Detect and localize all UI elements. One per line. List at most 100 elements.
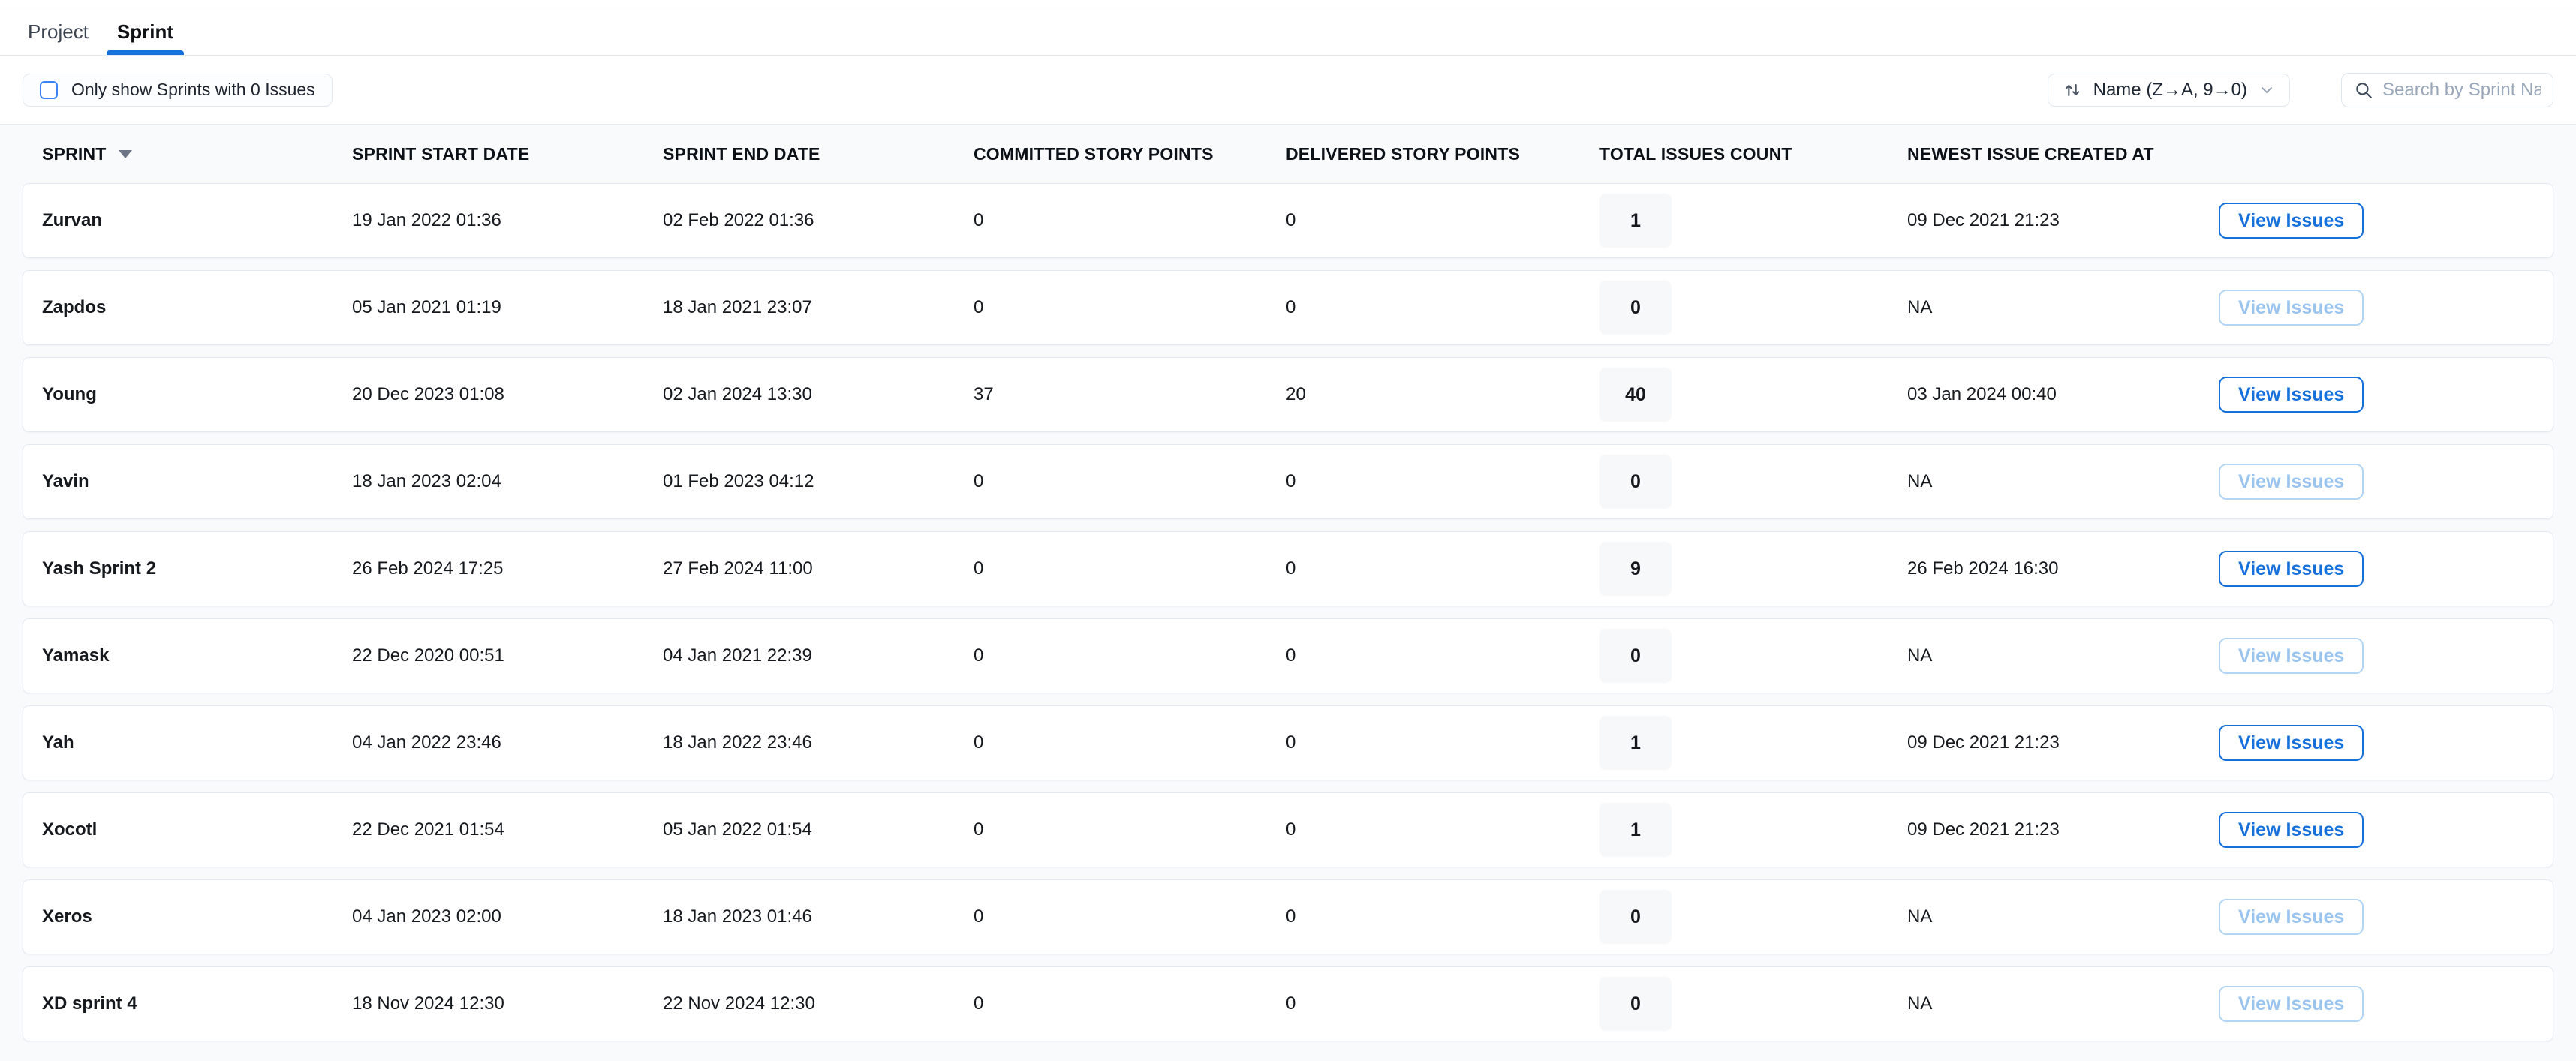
delivered-story-points: 0 — [1286, 297, 1599, 318]
newest-issue-date: 09 Dec 2021 21:23 — [1907, 819, 2219, 840]
total-issues-badge: 0 — [1599, 977, 1672, 1031]
total-issues-badge: 40 — [1599, 368, 1672, 422]
delivered-story-points: 0 — [1286, 993, 1599, 1014]
newest-issue-date: NA — [1907, 471, 2219, 492]
committed-story-points: 37 — [974, 384, 1286, 405]
sprint-name: XD sprint 4 — [42, 993, 352, 1014]
newest-issue-date: 09 Dec 2021 21:23 — [1907, 210, 2219, 231]
newest-issue-date: 03 Jan 2024 00:40 — [1907, 384, 2219, 405]
table-row: Yavin 18 Jan 2023 02:04 01 Feb 2023 04:1… — [23, 444, 2553, 519]
sprint-name: Yash Sprint 2 — [42, 558, 352, 579]
sprint-name: Zapdos — [42, 297, 352, 318]
delivered-story-points: 0 — [1286, 210, 1599, 231]
view-issues-button-disabled: View Issues — [2219, 638, 2364, 674]
sprint-end-date: 22 Nov 2024 12:30 — [663, 993, 974, 1014]
total-issues-badge: 1 — [1599, 194, 1672, 248]
sprint-name: Yavin — [42, 471, 352, 492]
sprint-end-date: 05 Jan 2022 01:54 — [663, 819, 974, 840]
newest-issue-date: NA — [1907, 297, 2219, 318]
committed-story-points: 0 — [974, 819, 1286, 840]
table-row: Young 20 Dec 2023 01:08 02 Jan 2024 13:3… — [23, 357, 2553, 432]
column-header-delivered: DELIVERED STORY POINTS — [1286, 144, 1599, 164]
sprint-start-date: 04 Jan 2023 02:00 — [352, 906, 663, 927]
view-issues-button[interactable]: View Issues — [2219, 725, 2364, 761]
column-header-total-issues: TOTAL ISSUES COUNT — [1599, 144, 1907, 164]
committed-story-points: 0 — [974, 645, 1286, 666]
sprint-start-date: 18 Jan 2023 02:04 — [352, 471, 663, 492]
search-input[interactable] — [2382, 80, 2541, 101]
zero-issues-checkbox[interactable] — [40, 81, 58, 99]
delivered-story-points: 0 — [1286, 732, 1599, 753]
chevron-down-icon — [2258, 81, 2276, 99]
table-row: Zurvan 19 Jan 2022 01:36 02 Feb 2022 01:… — [23, 183, 2553, 258]
sprint-name: Young — [42, 384, 352, 405]
committed-story-points: 0 — [974, 906, 1286, 927]
view-issues-button-disabled: View Issues — [2219, 464, 2364, 500]
sprint-start-date: 22 Dec 2021 01:54 — [352, 819, 663, 840]
sprint-end-date: 02 Feb 2022 01:36 — [663, 210, 974, 231]
tab-project-label: Project — [28, 20, 89, 44]
sort-desc-icon — [119, 150, 132, 158]
sprint-start-date: 20 Dec 2023 01:08 — [352, 384, 663, 405]
sort-dropdown[interactable]: Name (Z→A, 9→0) — [2048, 74, 2290, 107]
sprint-name: Zurvan — [42, 210, 352, 231]
newest-issue-date: NA — [1907, 906, 2219, 927]
tab-sprint-label: Sprint — [117, 20, 173, 44]
sprint-table: SPRINT SPRINT START DATE SPRINT END DATE… — [0, 125, 2576, 1061]
sprint-end-date: 18 Jan 2022 23:46 — [663, 732, 974, 753]
sprint-start-date: 26 Feb 2024 17:25 — [352, 558, 663, 579]
delivered-story-points: 0 — [1286, 819, 1599, 840]
newest-issue-date: 26 Feb 2024 16:30 — [1907, 558, 2219, 579]
delivered-story-points: 0 — [1286, 471, 1599, 492]
sprint-end-date: 18 Jan 2021 23:07 — [663, 297, 974, 318]
column-header-sprint-label: SPRINT — [42, 144, 107, 164]
table-row: Zapdos 05 Jan 2021 01:19 18 Jan 2021 23:… — [23, 270, 2553, 345]
total-issues-badge: 1 — [1599, 803, 1672, 857]
total-issues-badge: 0 — [1599, 890, 1672, 944]
newest-issue-date: 09 Dec 2021 21:23 — [1907, 732, 2219, 753]
sprint-start-date: 04 Jan 2022 23:46 — [352, 732, 663, 753]
committed-story-points: 0 — [974, 471, 1286, 492]
newest-issue-date: NA — [1907, 645, 2219, 666]
committed-story-points: 0 — [974, 297, 1286, 318]
sort-arrows-icon — [2062, 80, 2083, 101]
view-issues-button-disabled: View Issues — [2219, 986, 2364, 1022]
committed-story-points: 0 — [974, 993, 1286, 1014]
table-row: XD sprint 4 18 Nov 2024 12:30 22 Nov 202… — [23, 966, 2553, 1041]
table-row: Yamask 22 Dec 2020 00:51 04 Jan 2021 22:… — [23, 618, 2553, 693]
sprint-name: Yah — [42, 732, 352, 753]
sprint-end-date: 27 Feb 2024 11:00 — [663, 558, 974, 579]
view-issues-button[interactable]: View Issues — [2219, 551, 2364, 587]
tab-sprint[interactable]: Sprint — [107, 8, 184, 55]
newest-issue-date: NA — [1907, 993, 2219, 1014]
column-header-sprint[interactable]: SPRINT — [42, 144, 352, 164]
search-icon — [2354, 80, 2373, 100]
column-header-start-date: SPRINT START DATE — [352, 144, 663, 164]
sprint-end-date: 01 Feb 2023 04:12 — [663, 471, 974, 492]
table-row: Yah 04 Jan 2022 23:46 18 Jan 2022 23:46 … — [23, 705, 2553, 780]
table-row: Yash Sprint 2 26 Feb 2024 17:25 27 Feb 2… — [23, 531, 2553, 606]
total-issues-badge: 1 — [1599, 716, 1672, 770]
sprint-start-date: 18 Nov 2024 12:30 — [352, 993, 663, 1014]
view-issues-button[interactable]: View Issues — [2219, 377, 2364, 413]
view-issues-button[interactable]: View Issues — [2219, 203, 2364, 239]
table-row: Xeros 04 Jan 2023 02:00 18 Jan 2023 01:4… — [23, 879, 2553, 954]
sprint-name: Yamask — [42, 645, 352, 666]
sprint-search — [2341, 73, 2553, 107]
delivered-story-points: 20 — [1286, 384, 1599, 405]
tab-project[interactable]: Project — [17, 8, 99, 55]
delivered-story-points: 0 — [1286, 558, 1599, 579]
sprint-start-date: 22 Dec 2020 00:51 — [352, 645, 663, 666]
filter-bar: Only show Sprints with 0 Issues Name (Z→… — [0, 56, 2576, 125]
zero-issues-filter[interactable]: Only show Sprints with 0 Issues — [23, 74, 333, 107]
table-header-row: SPRINT SPRINT START DATE SPRINT END DATE… — [23, 125, 2553, 183]
sprint-name: Xocotl — [42, 819, 352, 840]
view-issues-button[interactable]: View Issues — [2219, 812, 2364, 848]
table-row: Xocotl 22 Dec 2021 01:54 05 Jan 2022 01:… — [23, 792, 2553, 867]
delivered-story-points: 0 — [1286, 906, 1599, 927]
sprint-start-date: 19 Jan 2022 01:36 — [352, 210, 663, 231]
delivered-story-points: 0 — [1286, 645, 1599, 666]
sprint-start-date: 05 Jan 2021 01:19 — [352, 297, 663, 318]
column-header-newest-issue: NEWEST ISSUE CREATED AT — [1907, 144, 2219, 164]
tab-bar: Project Sprint — [0, 8, 2576, 56]
